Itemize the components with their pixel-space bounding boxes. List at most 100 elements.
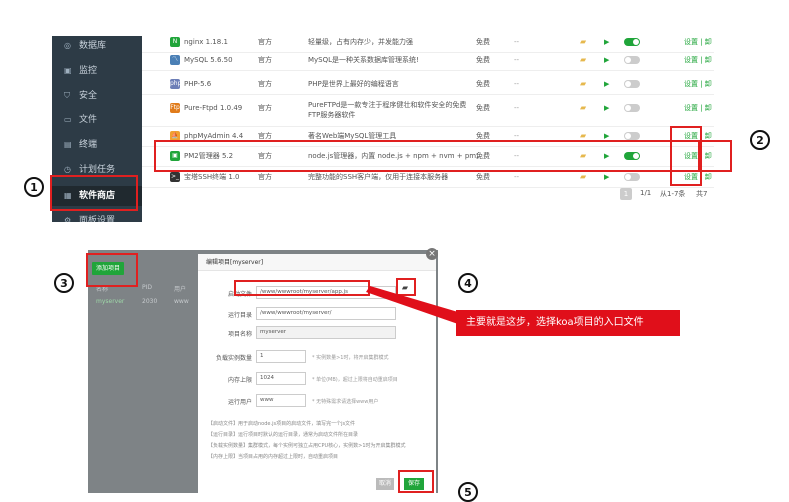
sidebar-item-label: 安全 (79, 91, 98, 101)
highlight-save (398, 470, 434, 493)
dialog-title: 编辑项目[myserver] (198, 254, 436, 271)
highlight-start-file (234, 280, 370, 296)
help-tip: 【负载实例数量】集群模式，每个实例可独立占用CPU核心，实例数>1时为开启集群模… (208, 443, 406, 449)
folder-icon[interactable]: ▰ (580, 74, 586, 94)
folder-icon: ▭ (64, 115, 72, 124)
page-total: 1/1 (640, 189, 652, 197)
app-expire: -- (514, 56, 520, 64)
help-tip: 【内存上限】当项目占用的内存超过上限时，自动重启项目 (208, 454, 339, 460)
app-operations-link[interactable]: 设置 | 卸 (684, 74, 712, 94)
field-label: 运行目录 (227, 312, 252, 319)
field-label: 项目名称 (227, 331, 252, 338)
sidebar-item-label: 面板设置 (79, 216, 116, 222)
page-range: 从1-7条 (660, 190, 686, 198)
table-row: Ftp Pure-Ftpd 1.0.49 官方 PureFTPd是一款专注于程序健壮和… (142, 98, 714, 127)
home-display-toggle[interactable] (624, 173, 640, 181)
folder-icon[interactable]: ▰ (580, 98, 586, 118)
app-type: 官方 (258, 104, 272, 112)
field-hint: * 实例数量>1时，将开启集群模式 (312, 355, 389, 361)
sidebar-item[interactable]: ▤ 终端 (52, 135, 142, 155)
monitor-icon: ▣ (64, 66, 72, 75)
column-header-pid: PID (142, 284, 153, 291)
highlight-settings-link (700, 140, 732, 172)
sidebar-item[interactable]: ▭ 文件 (52, 110, 142, 130)
shield-icon: ⛉ (64, 91, 70, 100)
help-tip: 【运行目录】运行项目时默认的运行目录，通常为启动文件所在目录 (208, 432, 359, 438)
app-expire: -- (514, 104, 520, 112)
app-logo-icon: >_ (170, 172, 180, 182)
help-tip: 【启动文件】用于启动node.js项目的启动文件，填写完一个js文件 (208, 421, 356, 427)
sidebar-item[interactable]: ⚙ 面板设置 (52, 211, 142, 222)
app-operations-link[interactable]: 设置 | 卸 (684, 50, 712, 70)
home-display-toggle[interactable] (624, 80, 640, 88)
app-logo-icon: php (170, 79, 182, 89)
app-logo-icon: N (170, 37, 180, 47)
project-name[interactable]: myserver (96, 298, 124, 305)
pagination: 1 1/1 从1-7条 共7 (620, 188, 714, 202)
home-display-toggle[interactable] (624, 56, 640, 64)
home-display-toggle[interactable] (624, 132, 640, 140)
app-name: MySQL 5.6.50 (184, 56, 233, 64)
field-input[interactable]: myserver (256, 326, 396, 339)
table-row: php PHP-5.6 官方 PHP是世界上最好的编程语言 免费 -- ▰ ▶ 设置 | 卸 (142, 74, 714, 95)
app-description: MySQL是一种关系数据库管理系统! (308, 56, 419, 64)
app-type: 官方 (258, 80, 272, 88)
highlight-add-project (86, 253, 138, 287)
step-marker-5: 5 (458, 482, 478, 502)
column-header-user: 用户 (174, 286, 187, 293)
home-display-toggle[interactable] (624, 104, 640, 112)
callout-note: 主要就是这步，选择koa项目的入口文件 (456, 310, 680, 336)
sidebar-item-label: 计划任务 (79, 165, 116, 175)
field-input[interactable]: 1 (256, 350, 306, 363)
step-marker-4: 4 (458, 273, 478, 293)
callout-arrow (366, 286, 458, 324)
sidebar-item[interactable]: ◎ 数据库 (52, 36, 142, 56)
app-operations-link[interactable]: 设置 | 卸 (684, 98, 712, 118)
terminal-icon: ▤ (64, 140, 72, 149)
app-expire: -- (514, 80, 520, 88)
sidebar-item[interactable]: ▣ 监控 (52, 61, 142, 81)
cancel-button[interactable]: 取消 (376, 478, 394, 490)
field-label: 内存上限 (227, 377, 252, 384)
step-marker-2: 2 (750, 130, 770, 150)
play-icon[interactable]: ▶ (604, 50, 609, 70)
highlight-pm2-row (154, 140, 700, 172)
sidebar-item-label: 文件 (79, 115, 98, 125)
sidebar-item[interactable]: ⛉ 安全 (52, 86, 142, 106)
field-label: 负载实例数量 (215, 355, 252, 362)
step-marker-3: 3 (54, 273, 74, 293)
field-hint: * 单位(MB)，超过上限将自动重启项目 (312, 377, 398, 383)
close-icon[interactable]: × (426, 248, 438, 260)
app-price: 免费 (476, 104, 490, 112)
app-logo-icon: Ftp (170, 103, 180, 113)
project-pid: 2030 (142, 298, 158, 305)
play-icon[interactable]: ▶ (604, 74, 609, 94)
step-marker-1: 1 (24, 177, 44, 197)
field-input[interactable]: 1024 (256, 372, 306, 385)
highlight-settings-column (670, 126, 702, 186)
app-logo-icon: 〽 (170, 55, 180, 65)
sidebar-item-label: 监控 (79, 66, 98, 76)
app-price: 免费 (476, 80, 490, 88)
database-icon: ◎ (64, 41, 71, 50)
field-label: 运行用户 (227, 399, 252, 406)
field-input[interactable]: www (256, 394, 306, 407)
page-count: 共7 (696, 190, 708, 198)
folder-icon[interactable]: ▰ (580, 50, 586, 70)
home-display-toggle[interactable] (624, 38, 640, 46)
app-price: 免费 (476, 56, 490, 64)
app-type: 官方 (258, 56, 272, 64)
table-row: 〽 MySQL 5.6.50 官方 MySQL是一种关系数据库管理系统! 免费 -- ▰ ▶ 设… (142, 50, 714, 71)
play-icon[interactable]: ▶ (604, 98, 609, 118)
app-description: PureFTPd是一款专注于程序健壮和软件安全的免费FTP服务器软件 (308, 101, 467, 119)
app-description: PHP是世界上最好的编程语言 (308, 80, 399, 88)
app-name: PHP-5.6 (184, 80, 212, 88)
project-user: www (174, 298, 189, 305)
gear-icon: ⚙ (64, 216, 72, 222)
page-button[interactable]: 1 (620, 188, 632, 200)
field-hint: * 无特殊需求请选择www用户 (312, 399, 379, 405)
sidebar-item-label: 终端 (79, 140, 98, 150)
highlight-software-store (50, 175, 138, 211)
sidebar-item-label: 数据库 (79, 41, 107, 51)
app-name: Pure-Ftpd 1.0.49 (184, 104, 243, 112)
